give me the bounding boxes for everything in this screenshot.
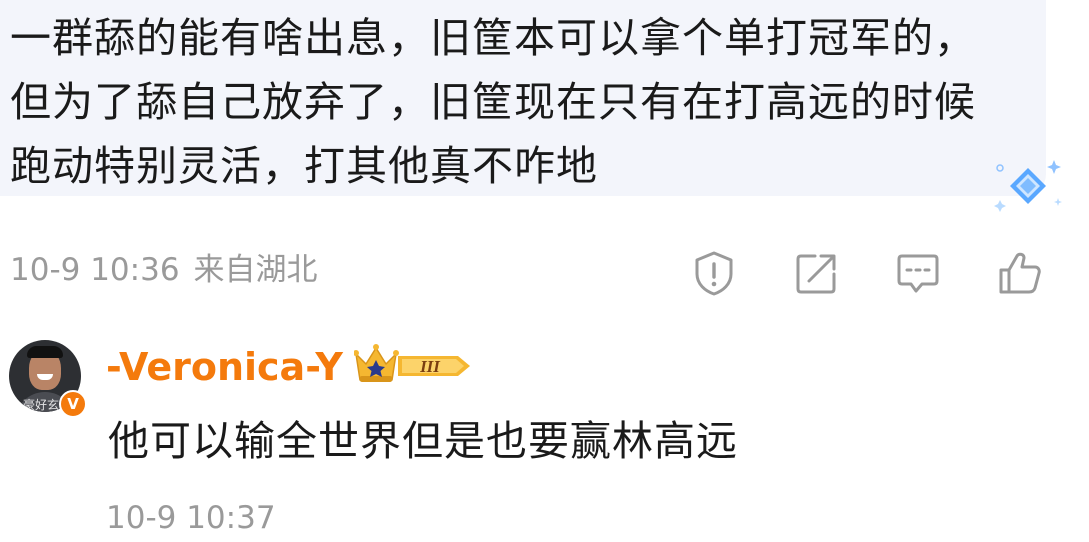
level-text: III [419,357,441,376]
comment-meta: 10-9 10:36 来自湖北 [10,250,332,290]
crown-level-badge: III [354,344,470,382]
reply-username[interactable]: -Veronica-Y [106,343,343,391]
reply-icon[interactable] [895,250,941,296]
report-icon[interactable] [691,250,737,296]
comment-bubble[interactable]: 一群舔的能有啥出息，旧筐本可以拿个单打冠军的，但为了舔自己放弃了，旧筐现在只有在… [0,0,1062,212]
reply-text: 他可以输全世界但是也要赢林高远 [108,417,738,465]
avatar-hair [27,346,63,358]
reply-time: 10-9 10:37 [106,500,276,536]
comment-location: 来自湖北 [193,252,318,288]
verified-badge: V [59,390,87,418]
comment-thread: 一群舔的能有啥出息，旧筐本可以拿个单打冠军的，但为了舔自己放弃了，旧筐现在只有在… [0,0,1089,542]
share-icon[interactable] [793,250,839,296]
diamond-sparkle-icon [994,160,1062,212]
comment-text: 一群舔的能有啥出息，旧筐本可以拿个单打冠军的，但为了舔自己放弃了，旧筐现在只有在… [10,14,976,190]
avatar-watermark: 豪好玄 [23,398,60,412]
comment-time: 10-9 10:36 [10,252,180,288]
like-icon[interactable] [997,250,1043,296]
